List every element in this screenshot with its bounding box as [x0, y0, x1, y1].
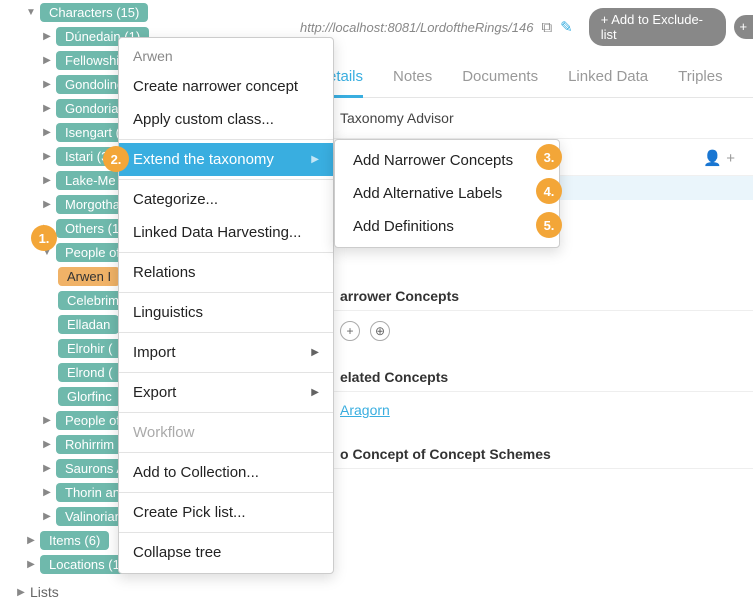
chevron-right-icon: ▶: [311, 154, 319, 165]
section-top-concept: o Concept of Concept Schemes: [300, 428, 753, 469]
caret-down-icon: ▼: [26, 7, 36, 17]
menu-item[interactable]: Collapse tree: [119, 536, 333, 569]
caret-right-icon: ▶: [42, 175, 52, 185]
menu-item[interactable]: Relations: [119, 256, 333, 289]
menu-separator: [119, 292, 333, 293]
caret-right-icon: ▶: [42, 415, 52, 425]
tree-root-label: Characters (15): [40, 3, 148, 22]
link-icon[interactable]: ⊕: [370, 321, 390, 341]
submenu-extend-taxonomy: Add Narrower Concepts Add Alternative La…: [334, 139, 560, 248]
menu-separator: [119, 372, 333, 373]
tab-notes[interactable]: Notes: [393, 68, 432, 97]
caret-right-icon: ▶: [42, 199, 52, 209]
caret-right-icon: ▶: [42, 151, 52, 161]
caret-right-icon: ▶: [26, 535, 36, 545]
chevron-right-icon: ▶: [311, 387, 319, 398]
tree-root[interactable]: ▼ Characters (15): [10, 0, 310, 24]
plus-button[interactable]: +: [734, 15, 753, 39]
menu-separator: [119, 332, 333, 333]
submenu-add-alt-labels[interactable]: Add Alternative Labels: [335, 177, 559, 210]
caret-right-icon: ▶: [42, 103, 52, 113]
caret-right-icon: ▶: [42, 31, 52, 41]
tab-triples[interactable]: Triples: [678, 68, 722, 97]
menu-item[interactable]: Apply custom class...: [119, 103, 333, 136]
menu-item[interactable]: Linguistics: [119, 296, 333, 329]
caret-right-icon: ▶: [42, 55, 52, 65]
caret-right-icon: ▶: [42, 463, 52, 473]
submenu-add-definitions[interactable]: Add Definitions: [335, 210, 559, 243]
user-icon[interactable]: 👤 +: [703, 149, 735, 167]
tab-documents[interactable]: Documents: [462, 68, 538, 97]
add-exclude-button[interactable]: + Add to Exclude-list: [589, 8, 726, 46]
tab-linked-data[interactable]: Linked Data: [568, 68, 648, 97]
step-badge-1: 1.: [31, 225, 57, 251]
menu-item[interactable]: Linked Data Harvesting...: [119, 216, 333, 249]
menu-item[interactable]: Export▶: [119, 376, 333, 409]
caret-right-icon: ▶: [16, 587, 26, 597]
menu-item[interactable]: Create narrower concept: [119, 70, 333, 103]
step-badge-5: 5.: [536, 212, 562, 238]
concept-url: http://localhost:8081/LordoftheRings/146: [300, 20, 533, 35]
caret-right-icon: ▶: [42, 487, 52, 497]
tree-lists[interactable]: ▶ Lists: [10, 580, 310, 604]
menu-separator: [119, 139, 333, 140]
context-menu: ArwenCreate narrower conceptApply custom…: [118, 37, 334, 574]
related-concept-link[interactable]: Aragorn: [300, 392, 753, 428]
context-menu-title: Arwen: [119, 42, 333, 70]
menu-item: Workflow: [119, 416, 333, 449]
menu-separator: [119, 179, 333, 180]
menu-item[interactable]: Add to Collection...: [119, 456, 333, 489]
menu-item[interactable]: Import▶: [119, 336, 333, 369]
add-buttons-row: + ⊕: [300, 311, 753, 351]
url-row: http://localhost:8081/LordoftheRings/146…: [300, 0, 753, 50]
section-related: elated Concepts: [300, 351, 753, 392]
step-badge-3: 3.: [536, 144, 562, 170]
caret-right-icon: ▶: [26, 559, 36, 569]
caret-right-icon: ▶: [42, 79, 52, 89]
section-narrower: arrower Concepts: [300, 270, 753, 311]
copy-icon[interactable]: ⧉: [541, 19, 552, 36]
menu-separator: [119, 452, 333, 453]
edit-icon[interactable]: ✎: [560, 18, 573, 36]
step-badge-4: 4.: [536, 178, 562, 204]
chevron-right-icon: ▶: [311, 347, 319, 358]
menu-item[interactable]: Categorize...: [119, 183, 333, 216]
menu-separator: [119, 252, 333, 253]
menu-separator: [119, 412, 333, 413]
tabs: etails Notes Documents Linked Data Tripl…: [300, 50, 753, 98]
caret-right-icon: ▶: [42, 439, 52, 449]
submenu-add-narrower[interactable]: Add Narrower Concepts: [335, 144, 559, 177]
caret-right-icon: ▶: [42, 127, 52, 137]
step-badge-2: 2.: [103, 146, 129, 172]
menu-separator: [119, 532, 333, 533]
add-icon[interactable]: +: [340, 321, 360, 341]
menu-item[interactable]: Create Pick list...: [119, 496, 333, 529]
menu-separator: [119, 492, 333, 493]
caret-right-icon: ▶: [42, 511, 52, 521]
taxonomy-advisor[interactable]: Taxonomy Advisor: [300, 98, 753, 139]
menu-item[interactable]: Extend the taxonomy▶: [119, 143, 333, 176]
